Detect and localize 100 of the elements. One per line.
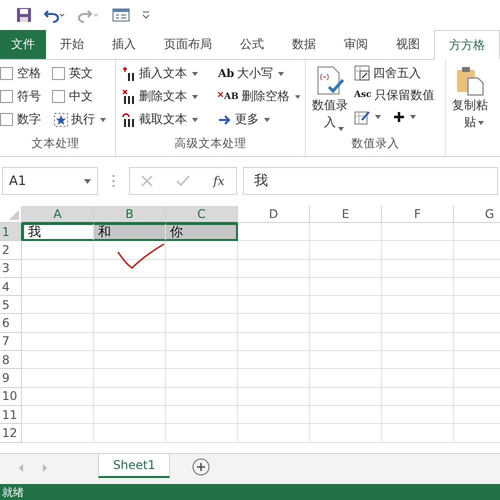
table-cell[interactable] bbox=[310, 314, 382, 333]
table-cell[interactable] bbox=[166, 296, 238, 314]
table-cell[interactable] bbox=[238, 424, 310, 443]
table-cell[interactable] bbox=[22, 241, 94, 260]
table-cell[interactable] bbox=[94, 369, 166, 388]
table-cell[interactable]: 我 bbox=[22, 223, 94, 242]
table-cell[interactable] bbox=[382, 296, 454, 314]
table-cell[interactable] bbox=[382, 314, 454, 333]
table-cell[interactable] bbox=[22, 388, 94, 406]
table-cell[interactable] bbox=[238, 314, 310, 333]
table-cell[interactable] bbox=[238, 351, 310, 370]
row-header[interactable]: 6 bbox=[0, 314, 22, 333]
ribbon-tab[interactable]: 方方格 bbox=[434, 30, 500, 60]
table-cell[interactable] bbox=[238, 241, 310, 260]
table-cell[interactable] bbox=[382, 241, 454, 260]
table-cell[interactable] bbox=[22, 369, 94, 388]
table-cell[interactable] bbox=[238, 332, 310, 352]
table-cell[interactable] bbox=[22, 424, 94, 443]
table-cell[interactable] bbox=[166, 388, 238, 406]
table-cell[interactable] bbox=[310, 260, 382, 278]
table-cell[interactable] bbox=[310, 351, 382, 370]
checkbox[interactable]: 英文 bbox=[52, 65, 114, 82]
ribbon-tab[interactable]: 页面布局 bbox=[150, 30, 226, 59]
table-cell[interactable] bbox=[310, 278, 382, 296]
table-cell[interactable] bbox=[22, 314, 94, 333]
row-header[interactable]: 8 bbox=[0, 351, 22, 370]
row-header[interactable]: 9 bbox=[0, 369, 22, 388]
row-header[interactable]: 1 bbox=[0, 223, 22, 242]
table-cell[interactable] bbox=[94, 332, 166, 352]
column-header[interactable]: A bbox=[22, 206, 94, 223]
table-cell[interactable] bbox=[94, 351, 166, 370]
round-button[interactable]: 四舍五入 bbox=[352, 62, 437, 84]
run-button[interactable]: 执行 bbox=[52, 108, 114, 130]
add-sheet-icon[interactable] bbox=[192, 458, 210, 476]
select-all-icon[interactable] bbox=[9, 210, 19, 220]
save-icon[interactable] bbox=[16, 7, 32, 23]
table-cell[interactable] bbox=[238, 388, 310, 406]
row-header[interactable]: 2 bbox=[0, 241, 22, 260]
table-cell[interactable] bbox=[310, 223, 382, 242]
table-cell[interactable] bbox=[22, 296, 94, 314]
table-cell[interactable] bbox=[94, 314, 166, 333]
ribbon-tab[interactable]: 视图 bbox=[382, 30, 434, 59]
form-icon[interactable] bbox=[112, 7, 130, 23]
table-cell[interactable] bbox=[310, 406, 382, 424]
table-cell[interactable] bbox=[166, 260, 238, 278]
table-cell[interactable] bbox=[238, 223, 310, 242]
table-cell[interactable] bbox=[238, 296, 310, 314]
table-cell[interactable] bbox=[94, 296, 166, 314]
cancel-icon[interactable] bbox=[141, 175, 154, 187]
table-cell[interactable] bbox=[238, 369, 310, 388]
table-cell[interactable] bbox=[382, 260, 454, 278]
table-cell[interactable] bbox=[22, 278, 94, 296]
table-cell[interactable] bbox=[166, 424, 238, 443]
table-cell[interactable] bbox=[382, 424, 454, 443]
row-header[interactable]: 7 bbox=[0, 332, 22, 352]
row-header[interactable]: 3 bbox=[0, 260, 22, 278]
table-cell[interactable] bbox=[382, 406, 454, 424]
enter-icon[interactable] bbox=[176, 175, 190, 187]
column-header[interactable]: B bbox=[94, 206, 166, 223]
table-cell[interactable] bbox=[94, 260, 166, 278]
table-cell[interactable] bbox=[22, 406, 94, 424]
table-cell[interactable] bbox=[238, 260, 310, 278]
column-header[interactable]: D bbox=[238, 206, 310, 223]
sheet-tab[interactable]: Sheet1 bbox=[98, 454, 170, 478]
column-header[interactable]: E bbox=[310, 206, 382, 223]
ribbon-tab[interactable]: 数据 bbox=[278, 30, 330, 59]
ribbon-tab[interactable]: 开始 bbox=[46, 30, 98, 59]
table-cell[interactable] bbox=[22, 260, 94, 278]
insert-function-button[interactable]: fx bbox=[213, 174, 225, 188]
table-cell[interactable] bbox=[22, 332, 94, 352]
name-box[interactable]: A1 bbox=[2, 167, 98, 195]
table-cell[interactable] bbox=[382, 332, 454, 352]
table-cell[interactable] bbox=[94, 388, 166, 406]
table-cell[interactable] bbox=[238, 406, 310, 424]
ribbon-tab[interactable]: 公式 bbox=[226, 30, 278, 59]
table-cell[interactable] bbox=[310, 241, 382, 260]
file-tab[interactable]: 文件 bbox=[0, 30, 46, 59]
row-header[interactable]: 4 bbox=[0, 278, 22, 296]
previous-sheet-icon[interactable] bbox=[18, 464, 24, 472]
table-cell[interactable]: 和 bbox=[94, 223, 166, 242]
table-cell[interactable] bbox=[382, 351, 454, 370]
checkbox[interactable]: 数字 bbox=[0, 111, 52, 128]
table-cell[interactable] bbox=[94, 241, 166, 260]
table-cell[interactable] bbox=[166, 369, 238, 388]
checkbox[interactable]: 空格 bbox=[0, 65, 52, 82]
copy-paste-button[interactable]: 复制粘 贴 bbox=[450, 62, 490, 130]
table-cell[interactable] bbox=[166, 314, 238, 333]
ribbon-button[interactable]: 更多 bbox=[216, 108, 302, 130]
table-cell[interactable] bbox=[22, 351, 94, 370]
table-cell[interactable] bbox=[166, 406, 238, 424]
number-entry-button[interactable]: 数值录 入 bbox=[310, 62, 350, 136]
table-cell[interactable] bbox=[238, 278, 310, 296]
ribbon-button[interactable]: 截取文本 bbox=[120, 108, 216, 130]
table-cell[interactable] bbox=[166, 332, 238, 352]
next-sheet-icon[interactable] bbox=[42, 464, 48, 472]
table-cell[interactable] bbox=[310, 424, 382, 443]
ribbon-button[interactable]: 插入文本 bbox=[120, 62, 216, 84]
ribbon-tab[interactable]: 插入 bbox=[98, 30, 150, 59]
table-cell[interactable] bbox=[94, 406, 166, 424]
ribbon-button[interactable]: Ab 大小写 bbox=[216, 62, 302, 84]
